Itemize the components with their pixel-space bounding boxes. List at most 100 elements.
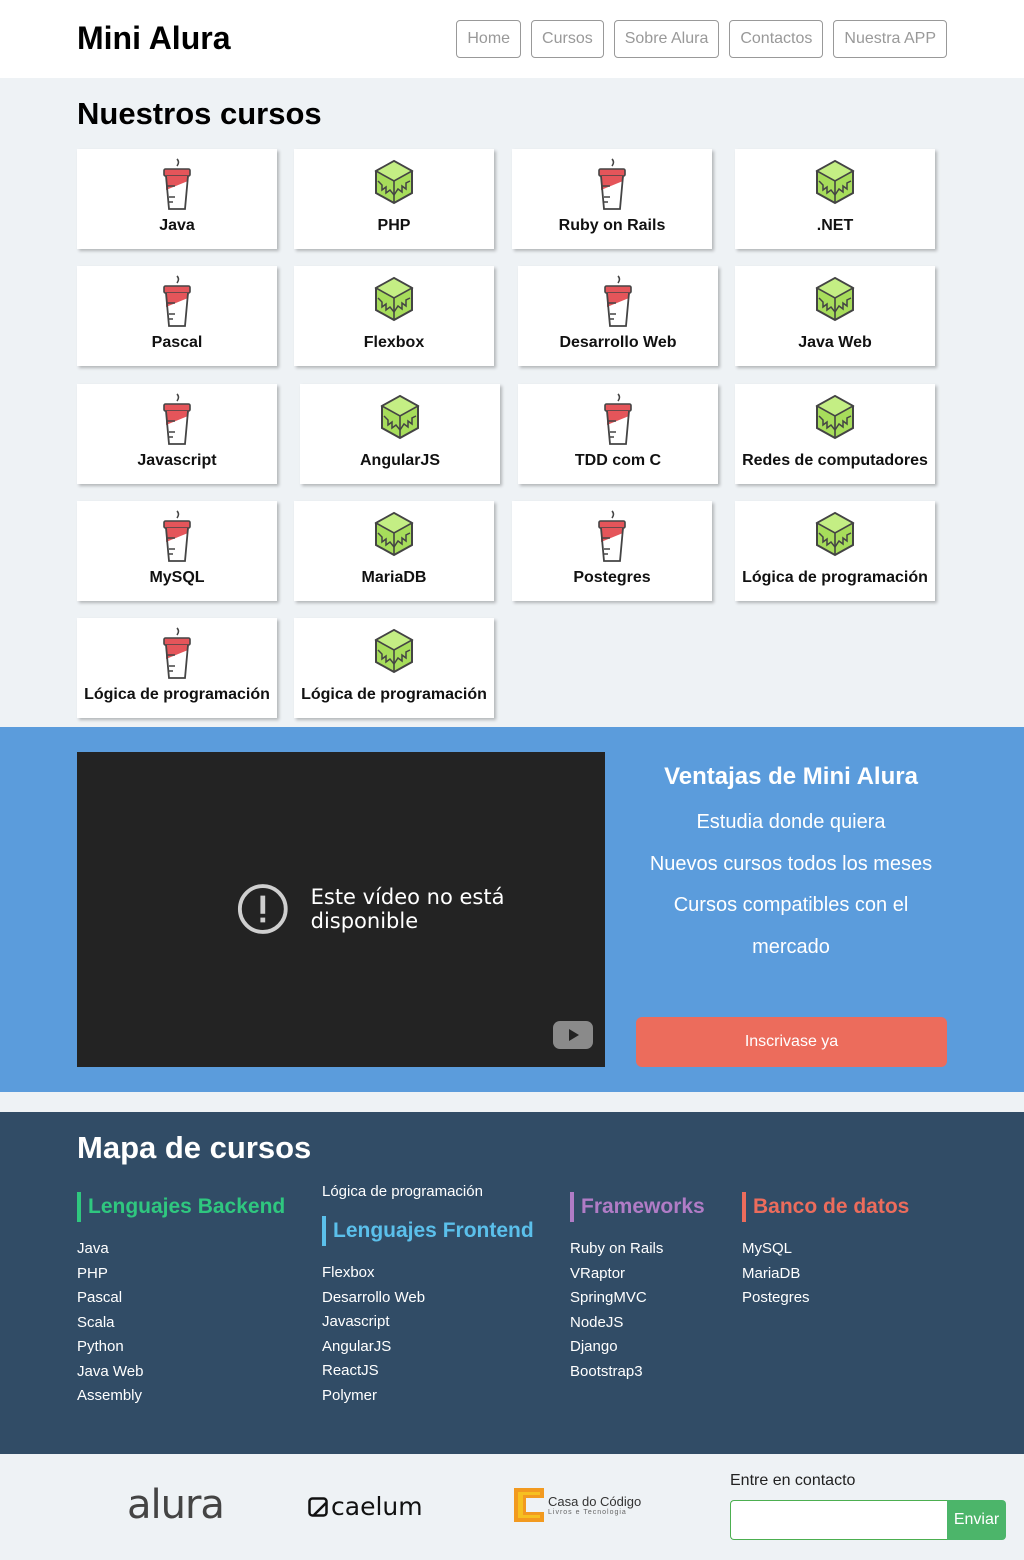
cup-icon: [163, 158, 191, 210]
backend-column: Lenguajes Backend Java PHP Pascal Scala Pyth…: [77, 1192, 285, 1409]
advantages-title: Ventajas de Mini Alura: [664, 763, 918, 790]
cup-icon: [163, 393, 191, 445]
map-list-item[interactable]: Java Web: [77, 1360, 285, 1385]
course-card[interactable]: Java: [77, 149, 277, 249]
cup-icon: [163, 627, 191, 679]
map-list-item[interactable]: Pascal: [77, 1286, 285, 1311]
map-list-item[interactable]: Flexbox: [322, 1261, 534, 1286]
cube-icon: [815, 511, 855, 557]
course-card[interactable]: Desarrollo Web: [518, 266, 718, 366]
frameworks-heading: Frameworks: [570, 1192, 705, 1222]
cube-icon: [815, 159, 855, 205]
caelum-logo[interactable]: caelum: [308, 1492, 423, 1521]
map-list-item[interactable]: Scala: [77, 1311, 285, 1336]
main-nav: Home Cursos Sobre Alura Contactos Nuestr…: [456, 20, 947, 58]
youtube-icon[interactable]: [553, 1021, 593, 1049]
course-card-label: Lógica de programación: [84, 686, 270, 703]
contact-label: Entre en contacto: [730, 1472, 856, 1489]
course-card-label: Postegres: [573, 569, 651, 586]
send-button[interactable]: Enviar: [947, 1500, 1006, 1540]
contact-email-input[interactable]: [730, 1500, 948, 1540]
course-card[interactable]: Lógica de programación: [294, 618, 494, 718]
cube-icon: [374, 511, 414, 557]
course-card[interactable]: Redes de computadores: [735, 384, 935, 484]
map-list-item[interactable]: MySQL: [742, 1237, 909, 1262]
cup-icon: [163, 510, 191, 562]
course-card-label: AngularJS: [359, 452, 440, 469]
enroll-button[interactable]: Inscrivase ya: [636, 1017, 947, 1067]
alura-logo[interactable]: alura: [127, 1482, 225, 1528]
course-card-label: Desarrollo Web: [559, 334, 677, 351]
map-list-item[interactable]: AngularJS: [322, 1335, 534, 1360]
course-card[interactable]: .NET: [735, 149, 935, 249]
cube-icon: [374, 628, 414, 674]
map-list-item[interactable]: Django: [570, 1335, 705, 1360]
nav-app-button[interactable]: Nuestra APP: [833, 20, 947, 58]
course-card-label: Redes de computadores: [742, 452, 928, 469]
course-card[interactable]: PHP: [294, 149, 494, 249]
cube-icon: [815, 394, 855, 440]
map-list-item[interactable]: Desarrollo Web: [322, 1286, 534, 1311]
map-list-item[interactable]: Bootstrap3: [570, 1360, 705, 1385]
advantage-item: Estudia donde quiera: [696, 811, 886, 833]
databases-column: Banco de datos MySQL MariaDB Postegres: [742, 1192, 909, 1311]
course-card[interactable]: Javascript: [77, 384, 277, 484]
cube-icon: [815, 276, 855, 322]
course-card[interactable]: Flexbox: [294, 266, 494, 366]
nav-contactos-button[interactable]: Contactos: [729, 20, 824, 58]
map-list-item[interactable]: Javascript: [322, 1310, 534, 1335]
map-list-item[interactable]: Assembly: [77, 1384, 285, 1409]
course-card[interactable]: MariaDB: [294, 501, 494, 601]
map-list-item[interactable]: NodeJS: [570, 1311, 705, 1336]
alert-icon: [237, 884, 288, 934]
course-card[interactable]: MySQL: [77, 501, 277, 601]
map-list-item[interactable]: Java: [77, 1237, 285, 1262]
map-loose-item[interactable]: Lógica de programación: [322, 1183, 483, 1200]
map-list-item[interactable]: Ruby on Rails: [570, 1237, 705, 1262]
casa-do-codigo-mark-icon: [514, 1488, 544, 1522]
video-message-text: Este vídeo no está disponible: [310, 885, 505, 933]
map-list-item[interactable]: SpringMVC: [570, 1286, 705, 1311]
course-card[interactable]: Lógica de programación: [77, 618, 277, 718]
backend-list: Java PHP Pascal Scala Python Java Web Assembly: [77, 1237, 285, 1409]
map-list-item[interactable]: MariaDB: [742, 1262, 909, 1287]
map-title: Mapa de cursos: [77, 1130, 312, 1165]
course-card[interactable]: Java Web: [735, 266, 935, 366]
site-logo[interactable]: Mini Alura: [77, 20, 230, 57]
map-list-item[interactable]: Postegres: [742, 1286, 909, 1311]
course-card[interactable]: Lógica de programación: [735, 501, 935, 601]
course-card[interactable]: Ruby on Rails: [512, 149, 712, 249]
course-card-label: MySQL: [149, 569, 205, 586]
cube-icon: [374, 159, 414, 205]
course-card-label: Javascript: [137, 452, 217, 469]
cup-icon: [604, 393, 632, 445]
frontend-heading: Lenguajes Frontend: [322, 1216, 534, 1246]
course-card-label: PHP: [377, 217, 411, 234]
site-footer: alura caelum Casa do Código Livros e Tec…: [0, 1454, 1024, 1560]
course-card[interactable]: TDD com C: [518, 384, 718, 484]
casa-do-codigo-logo[interactable]: Casa do Código Livros e Tecnologia: [514, 1488, 641, 1522]
nav-home-button[interactable]: Home: [456, 20, 522, 58]
course-card[interactable]: Pascal: [77, 266, 277, 366]
video-player[interactable]: Este vídeo no está disponible: [77, 752, 605, 1067]
frontend-column: Lenguajes Frontend Flexbox Desarrollo Web…: [322, 1216, 534, 1408]
map-list-item[interactable]: VRaptor: [570, 1262, 705, 1287]
cup-icon: [598, 510, 626, 562]
map-list-item[interactable]: Python: [77, 1335, 285, 1360]
course-card[interactable]: AngularJS: [300, 384, 500, 484]
course-card-label: TDD com C: [574, 452, 662, 469]
nav-cursos-button[interactable]: Cursos: [531, 20, 604, 58]
map-list-item[interactable]: ReactJS: [322, 1359, 534, 1384]
casa-do-codigo-name: Casa do Código: [548, 1494, 642, 1509]
map-list-item[interactable]: PHP: [77, 1262, 285, 1287]
course-card[interactable]: Postegres: [512, 501, 712, 601]
databases-list: MySQL MariaDB Postegres: [742, 1237, 909, 1311]
frameworks-column: Frameworks Ruby on Rails VRaptor SpringMVC…: [570, 1192, 705, 1384]
advantage-item: Nuevos cursos todos los meses: [649, 852, 933, 875]
nav-sobre-alura-button[interactable]: Sobre Alura: [613, 20, 720, 58]
cube-icon: [374, 276, 414, 322]
map-list-item[interactable]: Polymer: [322, 1384, 534, 1409]
cup-icon: [598, 158, 626, 210]
cup-icon: [163, 275, 191, 327]
advantages-list: Estudia donde quiera Nuevos cursos todos…: [636, 802, 946, 968]
